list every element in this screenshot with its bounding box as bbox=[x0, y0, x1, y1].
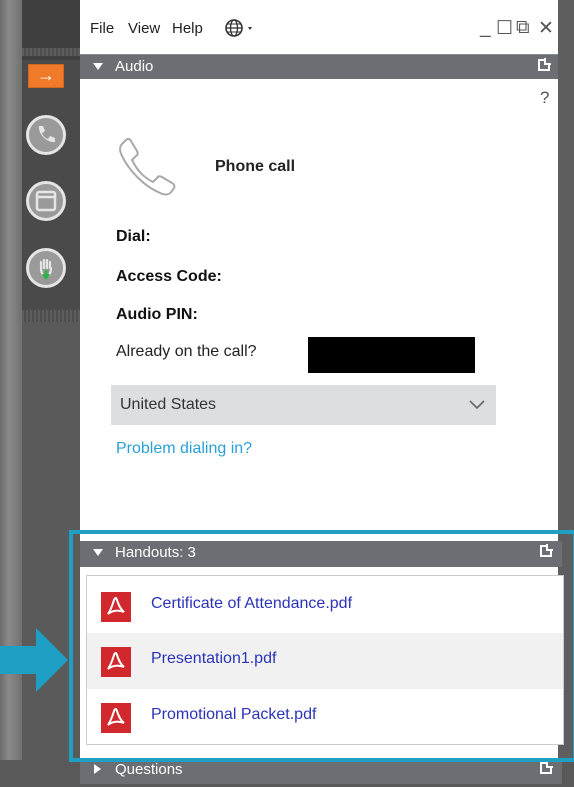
problem-dialing-link[interactable]: Problem dialing in? bbox=[116, 440, 252, 458]
chevron-down-icon bbox=[469, 400, 485, 410]
collapse-arrow-icon bbox=[93, 63, 103, 70]
dial-label: Dial: bbox=[116, 228, 151, 245]
globe-icon bbox=[225, 19, 252, 37]
handouts-highlight-box bbox=[69, 530, 574, 762]
raise-hand-rail-button[interactable] bbox=[26, 248, 66, 288]
panel-rail-button[interactable] bbox=[26, 181, 66, 221]
phone-icon bbox=[38, 126, 55, 143]
questions-header-title: Questions bbox=[115, 761, 183, 778]
already-on-call-label: Already on the call? bbox=[116, 343, 257, 360]
redacted-area bbox=[308, 337, 475, 373]
menu-help[interactable]: Help bbox=[172, 20, 203, 37]
help-button[interactable]: ? bbox=[540, 88, 549, 108]
country-select[interactable]: United States bbox=[111, 385, 496, 425]
country-value: United States bbox=[120, 396, 217, 413]
raise-hand-icon bbox=[39, 258, 53, 281]
menu-view[interactable]: View bbox=[128, 20, 160, 37]
maximize-button[interactable]: ☐ bbox=[496, 17, 513, 40]
audio-pin-label: Audio PIN: bbox=[116, 306, 198, 323]
restore-button[interactable]: ⧉ bbox=[516, 17, 530, 39]
popout-icon[interactable] bbox=[538, 58, 551, 71]
expand-arrow-icon bbox=[94, 764, 101, 774]
collapse-panel-button[interactable]: → bbox=[28, 64, 64, 88]
audio-header-title: Audio bbox=[115, 58, 154, 75]
audio-panel-header[interactable]: Audio bbox=[80, 54, 558, 79]
phone-icon bbox=[116, 136, 180, 203]
callout-arrow-icon bbox=[0, 628, 68, 692]
arrow-right-icon: → bbox=[37, 65, 55, 85]
menu-file[interactable]: File bbox=[90, 20, 114, 37]
access-code-label: Access Code: bbox=[116, 268, 222, 285]
minimize-button[interactable]: _ bbox=[480, 17, 491, 39]
rail-top-strip bbox=[22, 48, 80, 56]
audio-rail-button[interactable] bbox=[26, 115, 66, 155]
phone-call-label: Phone call bbox=[215, 158, 296, 175]
rail-bottom-strip bbox=[22, 310, 80, 322]
close-button[interactable]: ✕ bbox=[538, 17, 554, 40]
window-icon bbox=[35, 190, 57, 212]
language-menu[interactable] bbox=[224, 18, 258, 43]
popout-icon[interactable] bbox=[540, 761, 553, 774]
